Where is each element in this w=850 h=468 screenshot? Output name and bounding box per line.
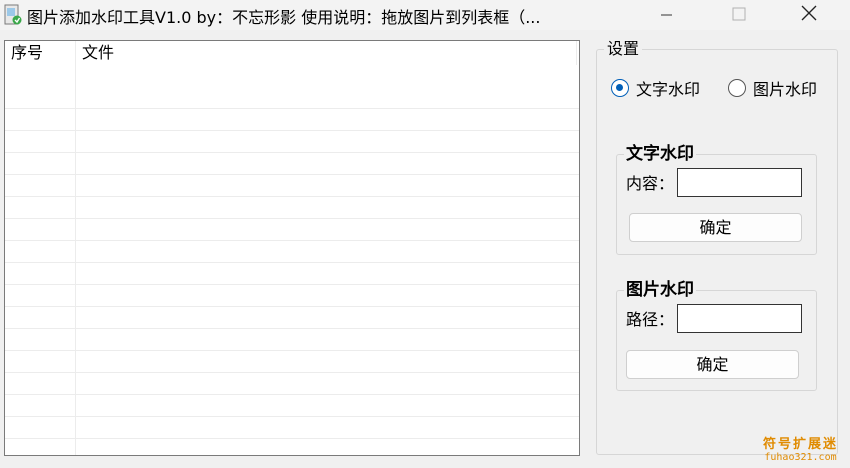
radio-label: 文字水印 — [636, 80, 701, 99]
content-input[interactable] — [677, 168, 802, 197]
close-icon — [801, 5, 817, 25]
maximize-icon — [732, 6, 746, 25]
minimize-icon — [661, 6, 673, 25]
minimize-button[interactable] — [644, 0, 690, 30]
watermark-cn-text: 符号扩展迷 — [762, 437, 838, 452]
radio-text-watermark[interactable]: 文字水印 — [611, 76, 700, 100]
column-header-index[interactable]: 序号 — [5, 41, 75, 65]
site-watermark: 符号扩展迷 fuhao321.com — [763, 433, 838, 463]
watermark-url-text: fuhao321.com — [764, 452, 837, 463]
content-label: 内容： — [626, 174, 675, 193]
image-confirm-button[interactable]: 确定 — [626, 350, 799, 379]
window-title: 图片添加水印工具V1.0 by：不忘形影 使用说明：拖放图片到列表框（... — [27, 8, 541, 27]
settings-legend: 设置 — [604, 38, 643, 60]
text-watermark-legend: 文字水印 — [624, 143, 696, 165]
radio-unchecked-icon — [728, 79, 746, 97]
empty-rows — [5, 87, 579, 455]
radio-label: 图片水印 — [753, 80, 818, 99]
file-list[interactable]: 序号 文件 — [4, 40, 580, 456]
maximize-button[interactable] — [716, 0, 762, 30]
close-button[interactable] — [786, 0, 832, 30]
title-bar: 图片添加水印工具V1.0 by：不忘形影 使用说明：拖放图片到列表框（... — [0, 0, 850, 30]
image-watermark-legend: 图片水印 — [624, 279, 696, 301]
radio-image-watermark[interactable]: 图片水印 — [728, 76, 817, 100]
path-input[interactable] — [677, 304, 802, 333]
file-list-header: 序号 文件 — [5, 41, 579, 65]
column-divider — [576, 41, 577, 65]
app-icon — [4, 4, 22, 26]
text-confirm-button[interactable]: 确定 — [629, 213, 802, 242]
path-label: 路径： — [626, 310, 675, 329]
column-header-file[interactable]: 文件 — [76, 41, 579, 65]
radio-checked-icon — [611, 79, 629, 97]
